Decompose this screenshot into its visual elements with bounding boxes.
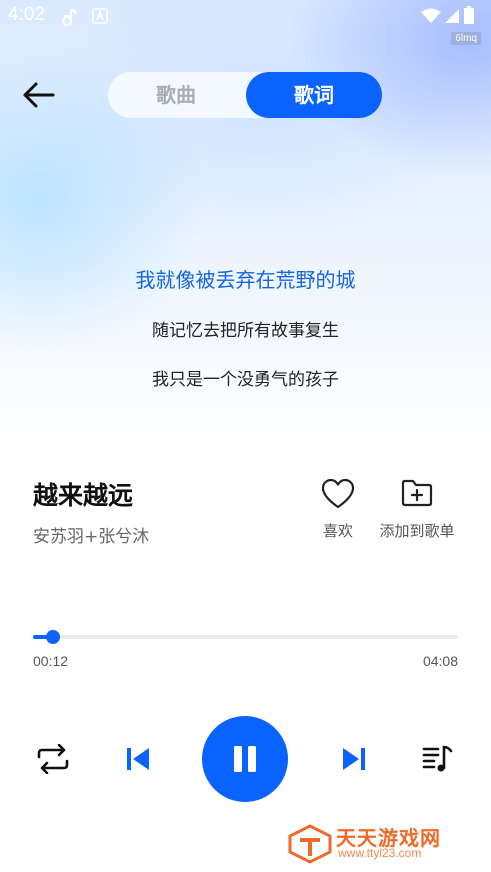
like-label: 喜欢: [322, 522, 353, 540]
folder-plus-icon: [401, 479, 433, 507]
status-time: 4:02: [8, 4, 45, 25]
heart-icon: [321, 478, 355, 509]
total-time: 04:08: [422, 653, 458, 669]
song-artist: 安苏羽+张兮沐: [33, 527, 150, 547]
add-to-playlist-label: 添加到歌单: [379, 522, 455, 540]
music-note-status-icon: [62, 8, 77, 26]
lyric-line-current: 我就像被丢弃在荒野的城: [135, 268, 356, 292]
tab-lyrics[interactable]: 歌词: [246, 72, 382, 118]
progress-thumb[interactable]: [46, 630, 60, 644]
like-button[interactable]: 喜欢: [318, 476, 358, 546]
song-title: 越来越远: [33, 481, 134, 510]
back-arrow-icon[interactable]: [20, 78, 56, 114]
tab-song[interactable]: 歌曲: [108, 72, 244, 118]
watermark-url: www.ttyl23.com: [338, 846, 422, 860]
playlist-icon[interactable]: [422, 743, 454, 775]
pause-icon: [234, 746, 256, 772]
watermark-logo-icon: [288, 824, 332, 864]
lyric-line: 我只是一个没勇气的孩子: [152, 370, 339, 390]
repeat-icon[interactable]: [35, 744, 71, 774]
tab-switcher: 歌曲 歌词: [108, 72, 382, 118]
skip-next-icon[interactable]: [341, 746, 367, 772]
battery-icon: [464, 6, 474, 24]
pause-button[interactable]: [202, 716, 288, 802]
wifi-icon: [421, 8, 441, 23]
status-badge: 6lmq: [451, 32, 481, 45]
lyric-line: 随记忆去把所有故事复生: [152, 321, 339, 341]
signal-icon: [445, 9, 459, 23]
add-to-playlist-button[interactable]: 添加到歌单: [374, 476, 460, 546]
keyboard-a-status-icon: [92, 8, 108, 24]
skip-previous-icon[interactable]: [125, 746, 151, 772]
progress-track[interactable]: [33, 635, 458, 639]
current-time: 00:12: [33, 653, 69, 669]
